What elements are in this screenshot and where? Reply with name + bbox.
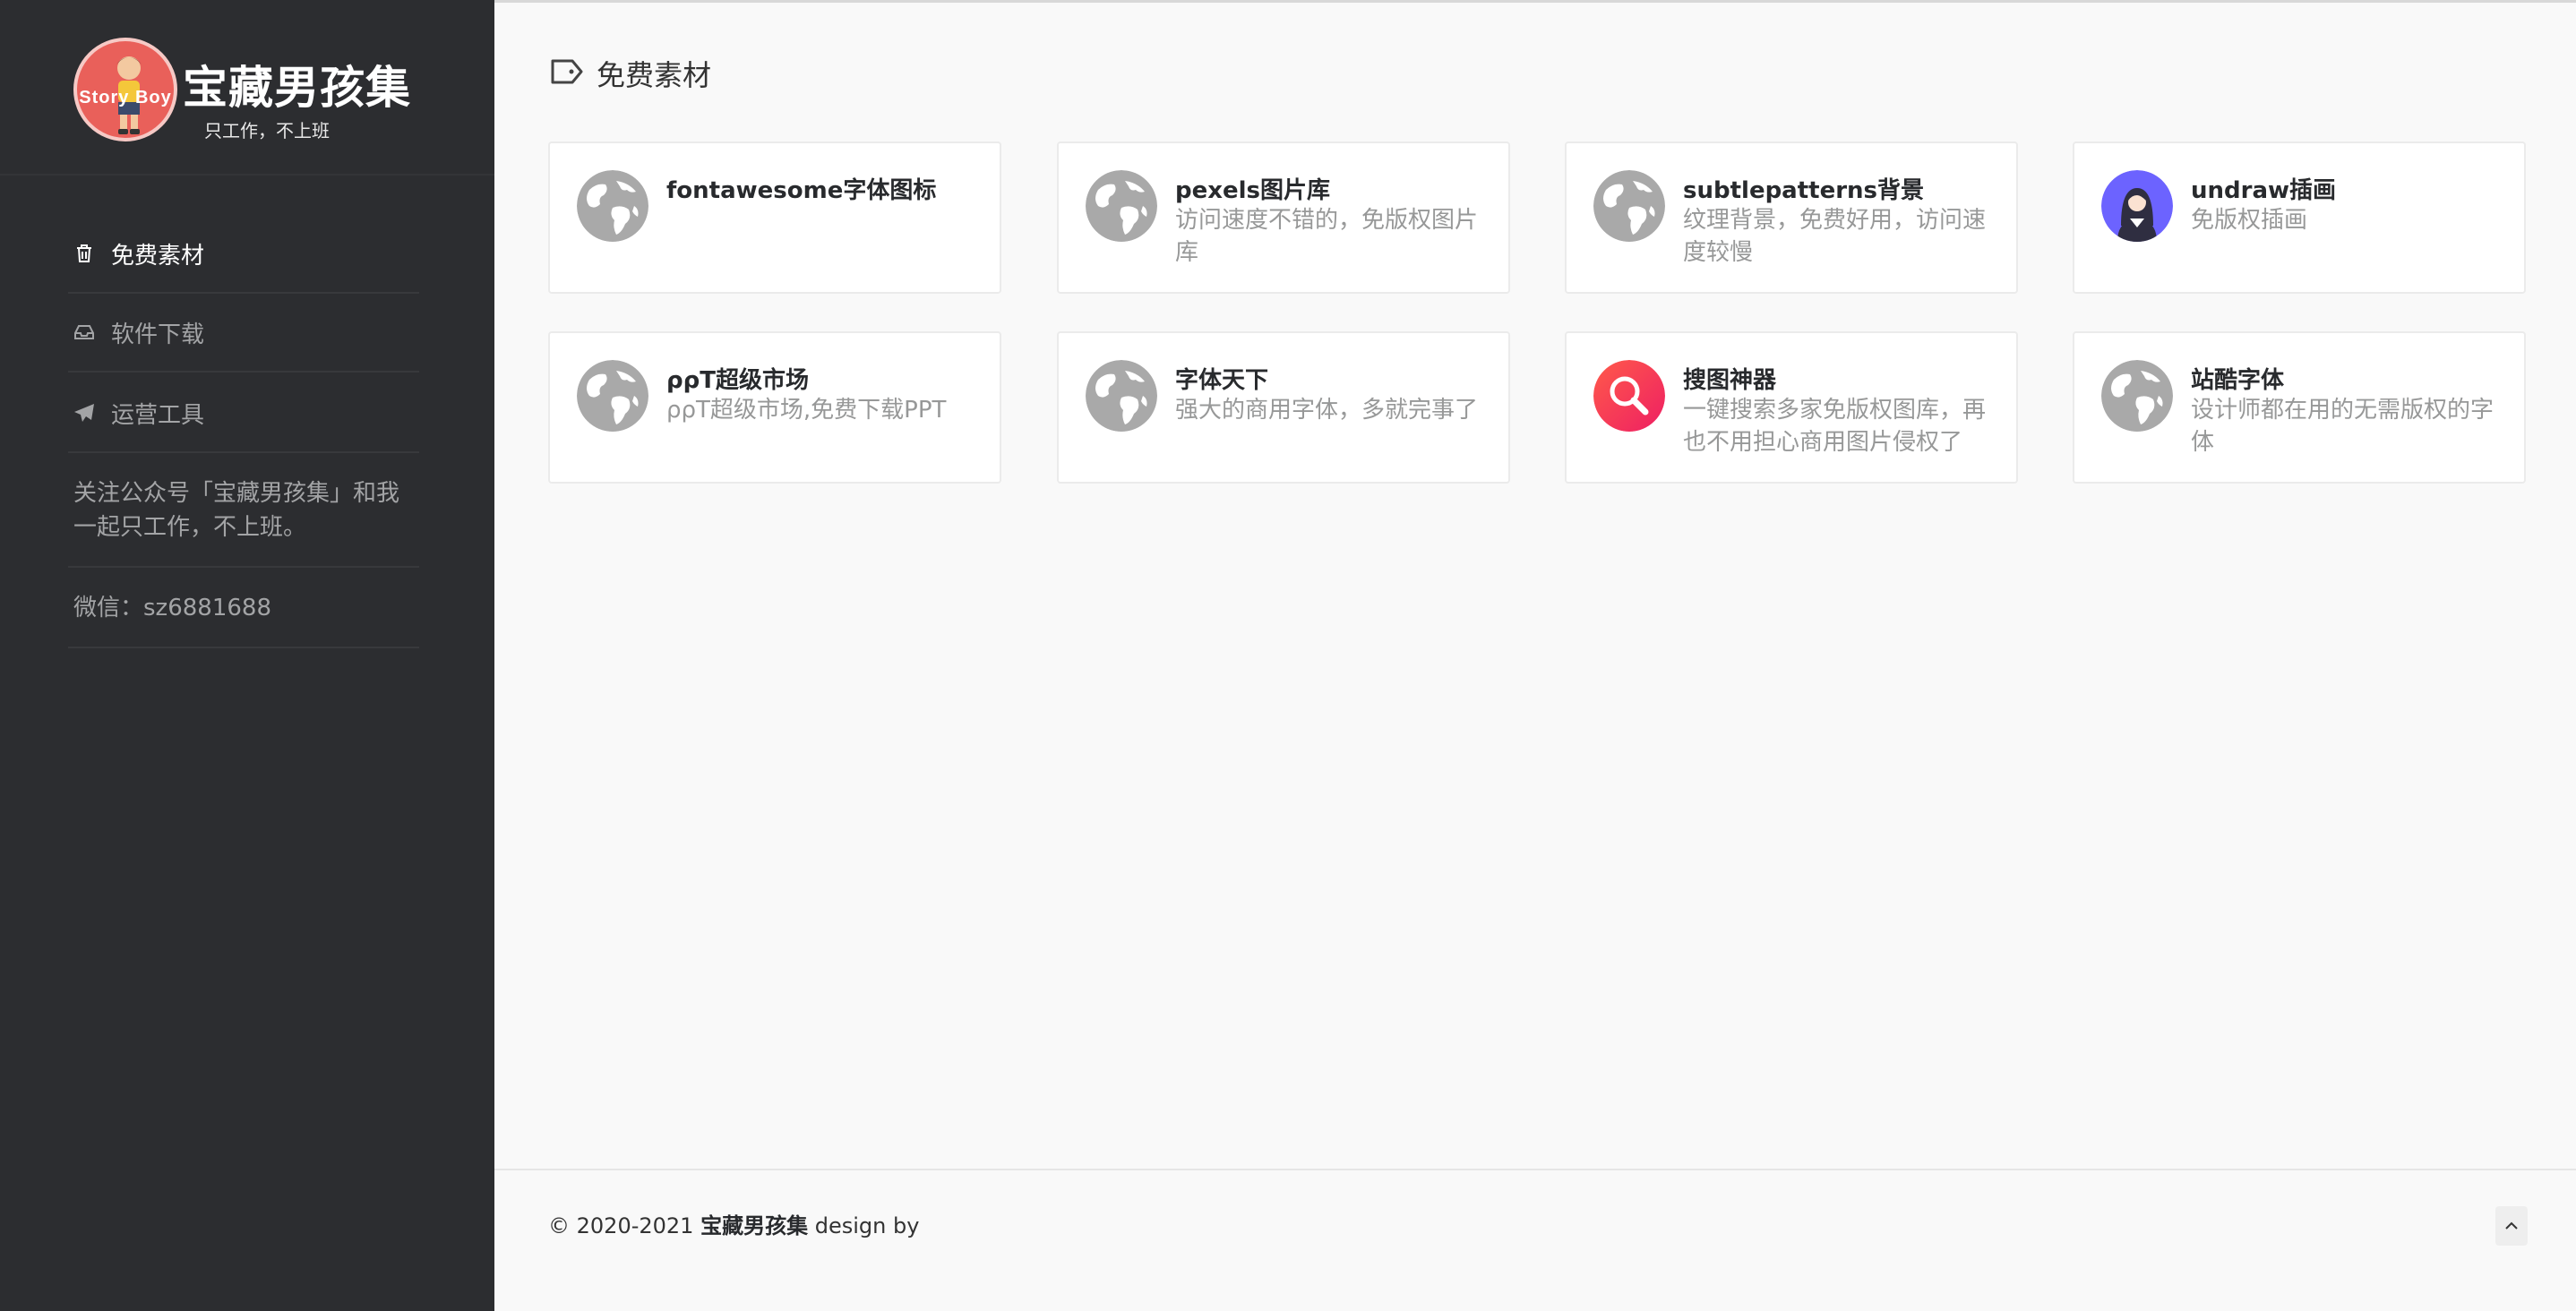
- person-avatar-icon: [2101, 170, 2173, 242]
- sidebar-item-label: 软件下载: [111, 321, 205, 348]
- globe-icon: [1086, 170, 1157, 242]
- brand-header: Story Boy 宝藏男孩集 只工作，不上班: [0, 0, 494, 176]
- footer-text: © 2020-2021 宝藏男孩集 design by: [548, 1208, 919, 1239]
- card-desc: 一键搜索多家免版权图库，再也不用担心商用图片侵权了: [1683, 397, 1987, 456]
- card-title: undraw插画: [2191, 177, 2337, 204]
- card-title: fontawesome字体图标: [666, 177, 937, 204]
- tag-icon: [550, 58, 584, 90]
- logo[interactable]: Story Boy: [73, 38, 177, 141]
- card-title: 搜图神器: [1683, 367, 1777, 394]
- sidebar-item-operations-tools[interactable]: 运营工具: [68, 374, 419, 453]
- card-image-search[interactable]: 搜图神器 一键搜索多家免版权图库，再也不用担心商用图片侵权了: [1565, 331, 2018, 484]
- footer-site-link[interactable]: 宝藏男孩集: [700, 1213, 808, 1238]
- card-desc: 强大的商用字体，多就完事了: [1175, 397, 1479, 424]
- footer: © 2020-2021 宝藏男孩集 design by: [494, 1169, 2576, 1311]
- card-fontawesome[interactable]: fontawesome字体图标: [548, 141, 1001, 294]
- card-title: ρρT超级市场: [666, 367, 809, 394]
- chevron-up-icon: [2505, 1221, 2518, 1230]
- wechat-text: 微信：sz6881688: [73, 595, 271, 621]
- divider: [68, 566, 419, 568]
- sidebar: Story Boy 宝藏男孩集 只工作，不上班 免费素材 软件下载 运营工具 关…: [0, 0, 494, 1311]
- card-desc: ρρT超级市场,免费下载PPT: [666, 397, 947, 424]
- card-desc: 免版权插画: [2191, 207, 2308, 234]
- back-to-top-button[interactable]: [2495, 1206, 2528, 1246]
- card-font-world[interactable]: 字体天下 强大的商用字体，多就完事了: [1057, 331, 1510, 484]
- follow-text: 关注公众号「宝藏男孩集」和我一起只工作，不上班。: [73, 480, 400, 541]
- card-title: 站酷字体: [2191, 367, 2285, 394]
- globe-icon: [577, 360, 648, 432]
- card-pexels[interactable]: pexels图片库 访问速度不错的，免版权图片库: [1057, 141, 1510, 294]
- top-border: [494, 0, 2576, 3]
- inbox-icon: [73, 321, 95, 343]
- brand-subtitle: 只工作，不上班: [204, 120, 330, 141]
- card-desc: 纹理背景，免费好用，访问速度较慢: [1683, 207, 1987, 266]
- copyright: © 2020-2021: [548, 1213, 694, 1238]
- card-title: pexels图片库: [1175, 177, 1331, 204]
- section-title: 免费素材: [597, 58, 712, 92]
- sidebar-item-label: 运营工具: [111, 401, 205, 429]
- card-zcool-font[interactable]: 站酷字体 设计师都在用的无需版权的字体: [2073, 331, 2526, 484]
- card-subtlepatterns[interactable]: subtlepatterns背景 纹理背景，免费好用，访问速度较慢: [1565, 141, 2018, 294]
- globe-icon: [1593, 170, 1665, 242]
- card-desc: 访问速度不错的，免版权图片库: [1175, 207, 1479, 266]
- card-undraw[interactable]: undraw插画 免版权插画: [2073, 141, 2526, 294]
- section-header: 免费素材: [550, 54, 711, 93]
- globe-icon: [1086, 360, 1157, 432]
- divider: [68, 647, 419, 648]
- sidebar-item-software-download[interactable]: 软件下载: [68, 294, 419, 373]
- sidebar-item-free-materials[interactable]: 免费素材: [68, 215, 419, 294]
- brand-title[interactable]: 宝藏男孩集: [183, 52, 411, 116]
- logo-text: Story Boy: [79, 88, 172, 107]
- paper-plane-icon: [73, 402, 95, 424]
- card-title: subtlepatterns背景: [1683, 177, 1925, 204]
- card-ppt-market[interactable]: ρρT超级市场 ρρT超级市场,免费下载PPT: [548, 331, 1001, 484]
- design-by: design by: [814, 1213, 920, 1238]
- card-desc: 设计师都在用的无需版权的字体: [2191, 397, 2494, 456]
- magnifier-icon: [1593, 360, 1665, 432]
- globe-icon: [2101, 360, 2173, 432]
- trash-icon: [73, 243, 95, 264]
- sidebar-item-label: 免费素材: [111, 242, 205, 270]
- card-title: 字体天下: [1175, 367, 1269, 394]
- globe-icon: [577, 170, 648, 242]
